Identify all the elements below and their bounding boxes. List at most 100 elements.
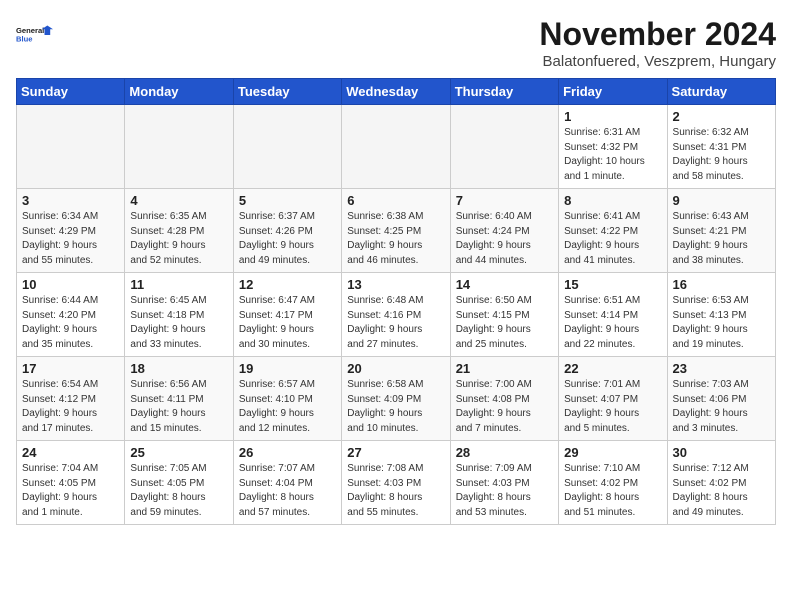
week-row-4: 17 Sunrise: 6:54 AM Sunset: 4:12 PM Dayli… xyxy=(17,357,776,441)
calendar-cell: 11 Sunrise: 6:45 AM Sunset: 4:18 PM Dayli… xyxy=(125,273,233,357)
calendar-cell: 19Sunrise: 6:57 AM Sunset: 4:10 PM Dayli… xyxy=(233,357,341,441)
day-info: Sunrise: 6:37 AM Sunset: 4:26 PM Dayligh… xyxy=(239,210,336,268)
day-info: Sunrise: 7:08 AM Sunset: 4:03 PM Dayligh… xyxy=(347,462,444,520)
calendar-cell: 29 Sunrise: 7:10 AM Sunset: 4:02 PM Dayli… xyxy=(559,441,667,525)
day-info: Sunrise: 7:05 AM Sunset: 4:05 PM Dayligh… xyxy=(130,462,227,520)
calendar-cell: 2 Sunrise: 6:32 AM Sunset: 4:31 PM Daylig… xyxy=(667,105,775,189)
day-number: 13 xyxy=(347,277,444,292)
day-number: 26 xyxy=(239,445,336,460)
title-area: November 2024 Balatonfuered, Veszprem, H… xyxy=(539,16,776,70)
day-info: Sunrise: 6:34 AM Sunset: 4:29 PM Dayligh… xyxy=(22,210,119,268)
day-info: Sunrise: 6:57 AM Sunset: 4:10 PM Dayligh… xyxy=(239,378,336,436)
weekday-header-friday: Friday xyxy=(559,79,667,105)
day-number: 4 xyxy=(130,193,227,208)
day-number: 16 xyxy=(673,277,770,292)
calendar-cell: 18 Sunrise: 6:56 AM Sunset: 4:11 PM Dayli… xyxy=(125,357,233,441)
calendar-cell xyxy=(342,105,450,189)
calendar-cell: 20Sunrise: 6:58 AM Sunset: 4:09 PM Dayli… xyxy=(342,357,450,441)
weekday-header-thursday: Thursday xyxy=(450,79,558,105)
day-info: Sunrise: 6:47 AM Sunset: 4:17 PM Dayligh… xyxy=(239,294,336,352)
day-info: Sunrise: 7:12 AM Sunset: 4:02 PM Dayligh… xyxy=(673,462,770,520)
day-number: 25 xyxy=(130,445,227,460)
day-info: Sunrise: 6:31 AM Sunset: 4:32 PM Dayligh… xyxy=(564,126,661,184)
logo: General Blue xyxy=(16,16,54,54)
calendar-cell: 23Sunrise: 7:03 AM Sunset: 4:06 PM Dayli… xyxy=(667,357,775,441)
location-subtitle: Balatonfuered, Veszprem, Hungary xyxy=(539,53,776,70)
calendar-cell: 27 Sunrise: 7:08 AM Sunset: 4:03 PM Dayli… xyxy=(342,441,450,525)
calendar-cell: 10 Sunrise: 6:44 AM Sunset: 4:20 PM Dayli… xyxy=(17,273,125,357)
day-number: 29 xyxy=(564,445,661,460)
day-number: 18 xyxy=(130,361,227,376)
calendar-cell: 13 Sunrise: 6:48 AM Sunset: 4:16 PM Dayli… xyxy=(342,273,450,357)
logo-svg: General Blue xyxy=(16,16,54,54)
svg-text:Blue: Blue xyxy=(16,35,32,44)
calendar-cell: 8Sunrise: 6:41 AM Sunset: 4:22 PM Daylig… xyxy=(559,189,667,273)
day-number: 9 xyxy=(673,193,770,208)
calendar-cell xyxy=(125,105,233,189)
day-number: 5 xyxy=(239,193,336,208)
day-info: Sunrise: 7:04 AM Sunset: 4:05 PM Dayligh… xyxy=(22,462,119,520)
calendar-cell: 14 Sunrise: 6:50 AM Sunset: 4:15 PM Dayli… xyxy=(450,273,558,357)
weekday-header-wednesday: Wednesday xyxy=(342,79,450,105)
weekday-header-tuesday: Tuesday xyxy=(233,79,341,105)
day-number: 11 xyxy=(130,277,227,292)
day-number: 2 xyxy=(673,109,770,124)
day-info: Sunrise: 6:56 AM Sunset: 4:11 PM Dayligh… xyxy=(130,378,227,436)
calendar-cell: 9Sunrise: 6:43 AM Sunset: 4:21 PM Daylig… xyxy=(667,189,775,273)
svg-text:General: General xyxy=(16,26,44,35)
calendar-cell: 25 Sunrise: 7:05 AM Sunset: 4:05 PM Dayli… xyxy=(125,441,233,525)
calendar-cell: 7 Sunrise: 6:40 AM Sunset: 4:24 PM Daylig… xyxy=(450,189,558,273)
header: General Blue November 2024 Balatonfuered… xyxy=(16,16,776,70)
day-number: 12 xyxy=(239,277,336,292)
calendar-cell xyxy=(17,105,125,189)
day-number: 6 xyxy=(347,193,444,208)
day-number: 3 xyxy=(22,193,119,208)
day-number: 1 xyxy=(564,109,661,124)
day-number: 30 xyxy=(673,445,770,460)
calendar-cell: 16Sunrise: 6:53 AM Sunset: 4:13 PM Dayli… xyxy=(667,273,775,357)
calendar-header: SundayMondayTuesdayWednesdayThursdayFrid… xyxy=(17,79,776,105)
calendar-cell: 4 Sunrise: 6:35 AM Sunset: 4:28 PM Daylig… xyxy=(125,189,233,273)
day-info: Sunrise: 6:44 AM Sunset: 4:20 PM Dayligh… xyxy=(22,294,119,352)
week-row-3: 10 Sunrise: 6:44 AM Sunset: 4:20 PM Dayli… xyxy=(17,273,776,357)
day-info: Sunrise: 7:09 AM Sunset: 4:03 PM Dayligh… xyxy=(456,462,553,520)
day-info: Sunrise: 6:45 AM Sunset: 4:18 PM Dayligh… xyxy=(130,294,227,352)
day-number: 17 xyxy=(22,361,119,376)
day-info: Sunrise: 6:38 AM Sunset: 4:25 PM Dayligh… xyxy=(347,210,444,268)
calendar-cell: 12 Sunrise: 6:47 AM Sunset: 4:17 PM Dayli… xyxy=(233,273,341,357)
weekday-header-sunday: Sunday xyxy=(17,79,125,105)
day-info: Sunrise: 6:41 AM Sunset: 4:22 PM Dayligh… xyxy=(564,210,661,268)
calendar-table: SundayMondayTuesdayWednesdayThursdayFrid… xyxy=(16,78,776,525)
day-info: Sunrise: 7:10 AM Sunset: 4:02 PM Dayligh… xyxy=(564,462,661,520)
week-row-5: 24 Sunrise: 7:04 AM Sunset: 4:05 PM Dayli… xyxy=(17,441,776,525)
calendar-cell: 28 Sunrise: 7:09 AM Sunset: 4:03 PM Dayli… xyxy=(450,441,558,525)
day-number: 27 xyxy=(347,445,444,460)
calendar-cell: 30 Sunrise: 7:12 AM Sunset: 4:02 PM Dayli… xyxy=(667,441,775,525)
calendar-cell xyxy=(450,105,558,189)
weekday-header-saturday: Saturday xyxy=(667,79,775,105)
day-number: 20 xyxy=(347,361,444,376)
calendar-cell: 24 Sunrise: 7:04 AM Sunset: 4:05 PM Dayli… xyxy=(17,441,125,525)
week-row-2: 3 Sunrise: 6:34 AM Sunset: 4:29 PM Daylig… xyxy=(17,189,776,273)
calendar-cell: 22Sunrise: 7:01 AM Sunset: 4:07 PM Dayli… xyxy=(559,357,667,441)
day-info: Sunrise: 6:54 AM Sunset: 4:12 PM Dayligh… xyxy=(22,378,119,436)
day-info: Sunrise: 6:48 AM Sunset: 4:16 PM Dayligh… xyxy=(347,294,444,352)
day-info: Sunrise: 6:35 AM Sunset: 4:28 PM Dayligh… xyxy=(130,210,227,268)
day-info: Sunrise: 7:07 AM Sunset: 4:04 PM Dayligh… xyxy=(239,462,336,520)
day-number: 28 xyxy=(456,445,553,460)
day-info: Sunrise: 6:32 AM Sunset: 4:31 PM Dayligh… xyxy=(673,126,770,184)
month-title: November 2024 xyxy=(539,16,776,53)
day-number: 14 xyxy=(456,277,553,292)
day-info: Sunrise: 6:51 AM Sunset: 4:14 PM Dayligh… xyxy=(564,294,661,352)
calendar-cell: 26 Sunrise: 7:07 AM Sunset: 4:04 PM Dayli… xyxy=(233,441,341,525)
day-number: 15 xyxy=(564,277,661,292)
day-number: 23 xyxy=(673,361,770,376)
day-number: 24 xyxy=(22,445,119,460)
calendar-cell: 17 Sunrise: 6:54 AM Sunset: 4:12 PM Dayli… xyxy=(17,357,125,441)
day-number: 7 xyxy=(456,193,553,208)
day-info: Sunrise: 6:40 AM Sunset: 4:24 PM Dayligh… xyxy=(456,210,553,268)
day-info: Sunrise: 6:50 AM Sunset: 4:15 PM Dayligh… xyxy=(456,294,553,352)
week-row-1: 1 Sunrise: 6:31 AM Sunset: 4:32 PM Daylig… xyxy=(17,105,776,189)
calendar-cell: 15 Sunrise: 6:51 AM Sunset: 4:14 PM Dayli… xyxy=(559,273,667,357)
day-number: 10 xyxy=(22,277,119,292)
